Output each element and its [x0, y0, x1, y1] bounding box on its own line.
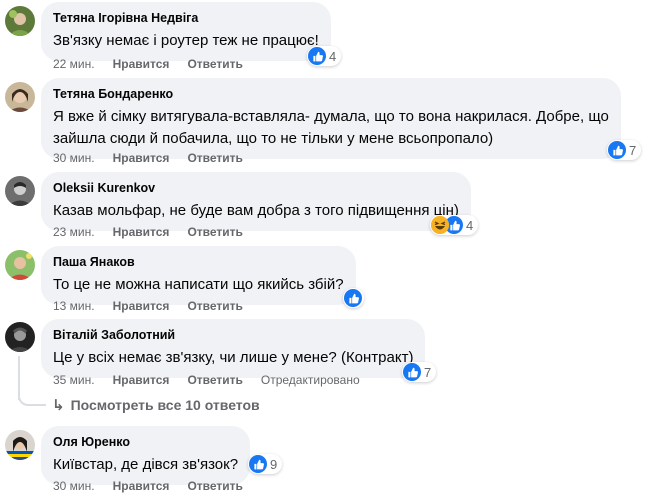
comment-text-line: Я вже й сімку витягувала-вставляла- дума… — [53, 108, 609, 125]
comment-bubble: Паша Янаков То це не можна написати що я… — [41, 246, 356, 305]
reply-button[interactable]: Ответить — [187, 298, 242, 314]
comment-bubble: Оля Юренко Київстар, де дівся зв'язок? — [41, 426, 251, 485]
reaction-count: 9 — [270, 456, 278, 472]
reactions-summary[interactable] — [343, 288, 364, 308]
avatar[interactable] — [5, 176, 35, 206]
reactions-summary[interactable]: 7 — [607, 140, 642, 160]
comment-time[interactable]: 30 мин. — [53, 478, 95, 494]
comment-actions: 35 мин. Нравится Ответить Отредактирован… — [53, 372, 360, 388]
avatar[interactable] — [5, 6, 35, 36]
avatar-photo-icon — [5, 176, 35, 206]
comment-author[interactable]: Oleksii Kurenkov — [53, 180, 459, 196]
edited-label[interactable]: Отредактировано — [261, 372, 360, 388]
comment-text: Я вже й сімку витягувала-вставляла- дума… — [53, 106, 609, 150]
like-button[interactable]: Нравится — [113, 56, 170, 72]
comment-author[interactable]: Тетяна Бондаренко — [53, 86, 609, 102]
comment-text: Це у всіх немає зв'язку, чи лише у мене?… — [53, 349, 414, 366]
avatar-photo-icon — [5, 6, 35, 36]
like-reaction-icon — [608, 141, 626, 159]
comment-time[interactable]: 30 мин. — [53, 150, 95, 166]
avatar-photo-icon — [5, 82, 35, 112]
reply-button[interactable]: Ответить — [187, 224, 242, 240]
thread-elbow — [18, 392, 46, 406]
reply-button[interactable]: Ответить — [187, 56, 242, 72]
comment-author[interactable]: Віталій Заболотний — [53, 327, 413, 343]
like-reaction-icon — [344, 289, 362, 307]
reaction-count: 4 — [329, 48, 337, 64]
avatar[interactable] — [5, 82, 35, 112]
comment-bubble: Віталій Заболотний Це у всіх немає зв'яз… — [41, 319, 426, 378]
view-replies-link[interactable]: ↳ Посмотреть все 10 ответов — [52, 396, 260, 414]
like-reaction-icon — [308, 47, 326, 65]
reply-button[interactable]: Ответить — [187, 150, 242, 166]
comment-time[interactable]: 35 мин. — [53, 372, 95, 388]
comment-time[interactable]: 13 мин. — [53, 298, 95, 314]
reactions-summary[interactable]: 4 — [307, 46, 342, 66]
avatar-photo-icon — [5, 322, 35, 352]
reactions-summary[interactable]: 4 — [430, 215, 479, 235]
like-button[interactable]: Нравится — [113, 150, 170, 166]
avatar[interactable] — [5, 430, 35, 460]
comment-text-line: зайшла сюди й побачила, що то не тільки … — [53, 130, 494, 147]
comment-text: То це не можна написати що якийсь збій? — [53, 276, 344, 293]
comment-actions: 30 мин. Нравится Ответить — [53, 478, 261, 494]
comment-bubble: Oleksii Kurenkov Казав мольфар, не буде … — [41, 172, 471, 231]
like-reaction-icon — [403, 363, 421, 381]
like-button[interactable]: Нравится — [113, 478, 170, 494]
reply-arrow-icon: ↳ — [52, 397, 65, 414]
comment-author[interactable]: Оля Юренко — [53, 434, 238, 450]
haha-reaction-icon — [431, 216, 449, 234]
reactions-summary[interactable]: 7 — [402, 362, 437, 382]
comment-author[interactable]: Паша Янаков — [53, 254, 344, 270]
like-button[interactable]: Нравится — [113, 298, 170, 314]
reaction-count: 7 — [629, 142, 637, 158]
avatar[interactable] — [5, 250, 35, 280]
comment-text: Зв'язку немає і роутер теж не працює! — [53, 32, 319, 49]
like-reaction-icon — [249, 455, 267, 473]
comment-bubble: Тетяна Бондаренко Я вже й сімку витягува… — [41, 78, 621, 159]
view-replies-label: Посмотреть все 10 ответов — [70, 397, 260, 413]
reply-button[interactable]: Ответить — [187, 478, 242, 494]
comment-author[interactable]: Тетяна Ігорівна Недвіга — [53, 10, 319, 26]
avatar[interactable] — [5, 322, 35, 352]
reply-button[interactable]: Ответить — [187, 372, 242, 388]
comment-bubble: Тетяна Ігорівна Недвіга Зв'язку немає і … — [41, 2, 331, 61]
comment-time[interactable]: 22 мин. — [53, 56, 95, 72]
comment-actions: 23 мин. Нравится Ответить — [53, 224, 261, 240]
reaction-count: 4 — [466, 217, 474, 233]
comment-actions: 22 мин. Нравится Ответить — [53, 56, 261, 72]
reaction-count: 7 — [424, 364, 432, 380]
reactions-summary[interactable]: 9 — [248, 454, 283, 474]
comment-time[interactable]: 23 мин. — [53, 224, 95, 240]
comment-text: Казав мольфар, не буде вам добра з того … — [53, 202, 459, 219]
comment-actions: 13 мин. Нравится Ответить — [53, 298, 261, 314]
comment-actions: 30 мин. Нравится Ответить — [53, 150, 261, 166]
comment-text: Київстар, де дівся зв'язок? — [53, 456, 239, 473]
avatar-photo-icon — [5, 430, 35, 460]
like-button[interactable]: Нравится — [113, 224, 170, 240]
avatar-photo-icon — [5, 250, 35, 280]
like-button[interactable]: Нравится — [113, 372, 170, 388]
